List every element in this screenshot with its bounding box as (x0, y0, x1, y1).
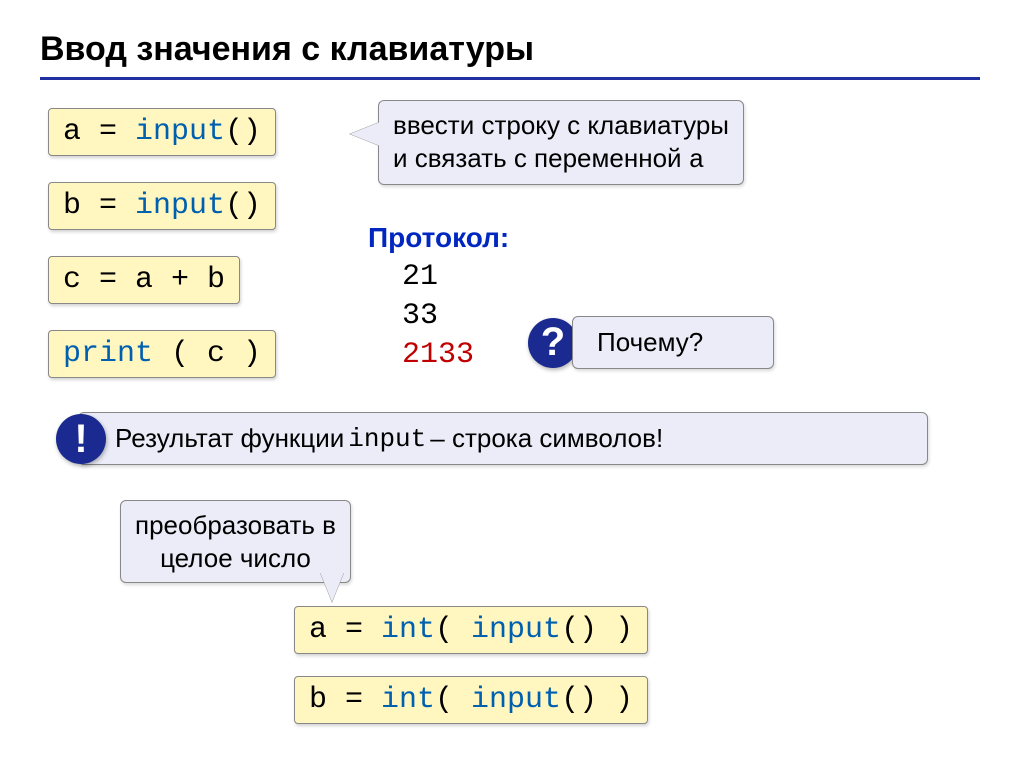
code-keyword: input (471, 613, 561, 647)
code-text: () (225, 115, 261, 149)
info-text: Результат функции (115, 423, 344, 454)
callout-pointer-icon (350, 122, 380, 146)
code-keyword: print (63, 337, 153, 371)
exclaim-icon: ! (56, 414, 106, 464)
code-keyword: input (135, 189, 225, 223)
callout-convert-int: преобразовать в целое число (120, 500, 351, 583)
icon-glyph: ! (74, 417, 87, 462)
code-text: c = a + b (63, 263, 225, 297)
callout-why: Почему? (572, 316, 774, 369)
callout-input-explain: ввести строку с клавиатуры и связать с п… (378, 100, 744, 185)
callout-line: ввести строку с клавиатуры (393, 109, 729, 142)
code-a-input: a = input() (48, 108, 276, 156)
code-keyword: input (471, 683, 561, 717)
code-keyword: int (381, 613, 435, 647)
code-text: () ) (561, 683, 633, 717)
code-text: a = (63, 115, 135, 149)
callout-line: целое число (135, 542, 336, 575)
code-b-int-input: b = int( input() ) (294, 676, 648, 724)
question-icon: ? (528, 318, 578, 368)
callout-text: и связать с переменной (393, 143, 689, 173)
code-text: b = (63, 189, 135, 223)
protocol-label: Протокол: (368, 222, 509, 254)
info-fn-name: input (348, 424, 426, 454)
callout-line: и связать с переменной a (393, 142, 729, 177)
protocol-value: 21 (402, 258, 509, 297)
info-result-string: Результат функции input – строка символо… (78, 412, 928, 465)
callout-line: преобразовать в (135, 509, 336, 542)
code-text: () (225, 189, 261, 223)
info-text: – строка символов! (430, 423, 663, 454)
code-text: b = (309, 683, 381, 717)
code-a-int-input: a = int( input() ) (294, 606, 648, 654)
protocol-value: 33 (402, 297, 509, 336)
callout-pointer-icon (320, 572, 344, 602)
code-b-input: b = input() (48, 182, 276, 230)
code-text: ( c ) (153, 337, 261, 371)
code-keyword: int (381, 683, 435, 717)
title-underline (40, 77, 980, 80)
callout-var: a (689, 145, 705, 175)
code-print: print ( c ) (48, 330, 276, 378)
code-text: () ) (561, 613, 633, 647)
protocol-result: 2133 (402, 336, 509, 375)
icon-glyph: ? (541, 320, 565, 365)
page-title: Ввод значения с клавиатуры (40, 30, 984, 69)
code-text: ( (435, 613, 471, 647)
code-c-assign: c = a + b (48, 256, 240, 304)
callout-text: Почему? (597, 327, 703, 357)
code-text: a = (309, 613, 381, 647)
code-keyword: input (135, 115, 225, 149)
code-text: ( (435, 683, 471, 717)
